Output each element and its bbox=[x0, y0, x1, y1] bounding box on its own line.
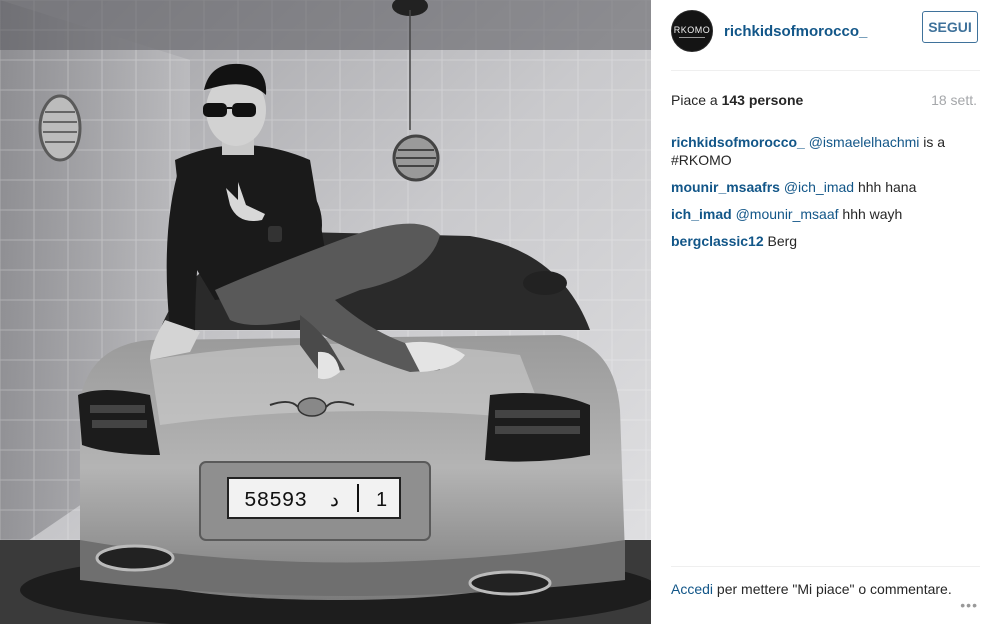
login-prompt: Accedi per mettere "Mi piace" o commenta… bbox=[671, 580, 978, 599]
footer-divider bbox=[671, 566, 980, 567]
avatar-divider bbox=[679, 36, 705, 38]
svg-text:1: 1 bbox=[376, 489, 387, 511]
likes-row: Piace a 143 persone 18 sett. bbox=[671, 92, 977, 108]
left-vent bbox=[38, 94, 82, 162]
username-link[interactable]: richkidsofmorocco_ bbox=[724, 23, 867, 40]
license-plate: 58593 د 1 bbox=[227, 477, 401, 519]
comment-item: ich_imad @mounir_msaaf hhh wayh bbox=[671, 205, 978, 223]
likes-number: 143 bbox=[721, 92, 745, 108]
comment-author[interactable]: richkidsofmorocco_ bbox=[671, 134, 805, 150]
svg-text:د: د bbox=[330, 489, 339, 511]
header-divider bbox=[671, 70, 980, 71]
likes-count[interactable]: Piace a 143 persone bbox=[671, 92, 803, 108]
comment-mention[interactable]: @mounir_msaaf bbox=[736, 206, 839, 222]
comment-text: Berg bbox=[767, 233, 798, 249]
comment-item: bergclassic12 Berg bbox=[671, 232, 978, 250]
comment-author[interactable]: mounir_msaafrs bbox=[671, 179, 780, 195]
right-vent bbox=[392, 134, 440, 182]
comment-author[interactable]: ich_imad bbox=[671, 206, 732, 222]
avatar-text: RKOMO bbox=[673, 24, 711, 35]
svg-text:58593: 58593 bbox=[244, 490, 307, 513]
comment-mention[interactable]: @ich_imad bbox=[784, 179, 854, 195]
follow-button[interactable]: SEGUI bbox=[922, 11, 978, 43]
photo-illustration: 58593 د 1 bbox=[0, 0, 651, 624]
post-photo[interactable]: 58593 د 1 bbox=[0, 0, 651, 624]
likes-suffix: persone bbox=[744, 92, 804, 108]
comment-text: hhh wayh bbox=[838, 206, 903, 222]
comment-text: hhh hana bbox=[854, 179, 917, 195]
comment-mention[interactable]: @ismaelelhachmi bbox=[809, 134, 920, 150]
comments-list: richkidsofmorocco_ @ismaelelhachmi is a … bbox=[671, 133, 978, 259]
likes-prefix: Piace a bbox=[671, 92, 722, 108]
login-link[interactable]: Accedi bbox=[671, 581, 713, 597]
login-prompt-text: per mettere "Mi piace" o commentare. bbox=[713, 581, 952, 597]
avatar[interactable]: RKOMO bbox=[671, 10, 713, 52]
comment-item: richkidsofmorocco_ @ismaelelhachmi is a … bbox=[671, 133, 978, 169]
comment-author[interactable]: bergclassic12 bbox=[671, 233, 764, 249]
post-time[interactable]: 18 sett. bbox=[931, 92, 977, 108]
comment-item: mounir_msaafrs @ich_imad hhh hana bbox=[671, 178, 978, 196]
ellipsis-icon[interactable]: ••• bbox=[960, 597, 978, 613]
post-details-panel: RKOMO richkidsofmorocco_ SEGUI Piace a 1… bbox=[651, 0, 990, 624]
